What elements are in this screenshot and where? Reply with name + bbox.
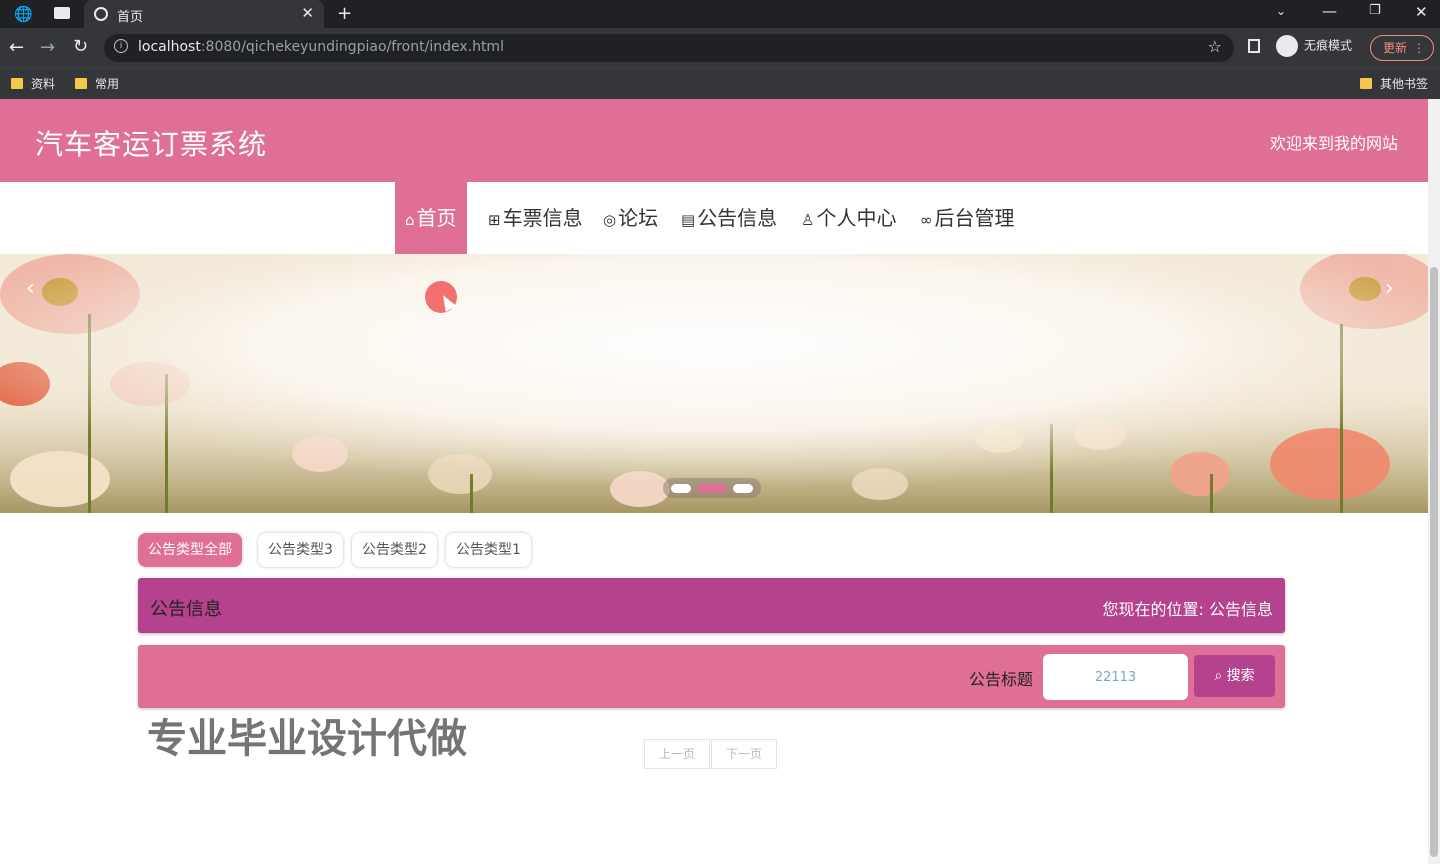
search-label: 公告标题 [969, 670, 1034, 689]
nav-item-home[interactable]: ⌂ 首页 [395, 182, 467, 254]
nav-label: 个人中心 [816, 206, 897, 230]
incognito-label: 无痕模式 [1304, 38, 1353, 53]
search-panel: 公告标题 ⌕ 搜索 [138, 645, 1285, 708]
bookmark-label: 资料 [31, 77, 56, 91]
folder-icon [1360, 78, 1372, 89]
filter-type-1[interactable]: 公告类型1 [446, 533, 531, 567]
incognito-indicator[interactable]: 无痕模式 [1276, 35, 1352, 57]
tab-title: 首页 [117, 10, 144, 25]
banner-next-icon[interactable]: › [1385, 276, 1394, 301]
nav-label: 论坛 [618, 206, 659, 230]
other-bookmarks-label: 其他书签 [1380, 77, 1429, 91]
watermark-text: 专业毕业设计代做 [147, 716, 467, 762]
clipboard-icon: ▤ [681, 211, 696, 229]
banner-indicator [663, 478, 761, 498]
search-button[interactable]: ⌕ 搜索 [1194, 655, 1275, 697]
link-icon: ∞ [920, 211, 933, 229]
folder-icon [75, 78, 87, 89]
welcome-text: 欢迎来到我的网站 [1269, 134, 1398, 153]
filter-type-3[interactable]: 公告类型3 [258, 533, 343, 567]
site-title: 汽车客运订票系统 [35, 128, 268, 161]
palette-icon: ◎ [603, 211, 617, 229]
nav-label: 公告信息 [697, 206, 778, 230]
address-toolbar: ← → ↻ i localhost:8080/qichekeyundingpia… [0, 28, 1440, 68]
browser-tab[interactable]: 首页 ✕ [84, 0, 324, 28]
nav-label: 后台管理 [934, 206, 1015, 230]
next-page-button[interactable]: 下一页 [711, 739, 777, 769]
bookmark-label: 常用 [95, 77, 120, 91]
update-label: 更新 [1383, 41, 1408, 55]
nav-label: 首页 [416, 206, 457, 230]
section-title: 公告信息 [150, 599, 222, 620]
bookmark-folder-changyong[interactable]: 常用 [75, 75, 119, 92]
nav-item-notices[interactable]: ▤ 公告信息 [681, 182, 777, 254]
grid-icon: ⊞ [488, 211, 501, 229]
window-close-icon[interactable]: ✕ [1415, 3, 1428, 21]
bookmarks-bar: 资料 常用 其他书签 [0, 68, 1440, 99]
forward-icon[interactable]: → [40, 37, 55, 58]
filter-type-2[interactable]: 公告类型2 [352, 533, 437, 567]
url-path: :8080/qichekeyundingpiao/front/index.htm… [200, 39, 504, 55]
globe-icon[interactable]: 🌐 [14, 5, 33, 23]
scrollbar-thumb[interactable] [1430, 267, 1438, 857]
banner-dot[interactable] [671, 484, 691, 493]
new-tab-icon[interactable]: + [337, 3, 352, 24]
home-icon: ⌂ [405, 211, 415, 229]
filter-all[interactable]: 公告类型全部 [138, 533, 242, 567]
site-header: 汽车客运订票系统 欢迎来到我的网站 [0, 99, 1428, 182]
url-text[interactable]: localhost:8080/qichekeyundingpiao/front/… [138, 39, 504, 55]
other-bookmarks[interactable]: 其他书签 [1360, 75, 1428, 92]
prev-page-button[interactable]: 上一页 [644, 739, 710, 769]
banner-carousel[interactable]: ‹ › [0, 254, 1428, 513]
nav-label: 车票信息 [502, 206, 583, 230]
incognito-icon [1276, 35, 1298, 57]
side-panel-icon[interactable] [1248, 39, 1260, 53]
browser-tab-bar: 🌐 首页 ✕ + ⌄ — ❐ ✕ [0, 0, 1440, 28]
bookmark-star-icon[interactable]: ☆ [1208, 37, 1222, 56]
update-button[interactable]: 更新 ⋮ [1370, 35, 1434, 61]
folder-icon [11, 78, 23, 89]
banner-prev-icon[interactable]: ‹ [26, 276, 35, 301]
breadcrumb: 您现在的位置: 公告信息 [1102, 600, 1273, 619]
minimize-icon[interactable]: — [1322, 2, 1337, 20]
user-icon: ♙ [801, 211, 815, 229]
search-input[interactable] [1043, 654, 1188, 700]
more-menu-icon[interactable]: ⋮ [1413, 36, 1425, 60]
reload-icon[interactable]: ↻ [73, 36, 88, 57]
page-scrollbar[interactable] [1428, 99, 1440, 864]
banner-dot[interactable] [733, 484, 753, 493]
banner-flowers-image [0, 254, 1428, 513]
search-button-label: 搜索 [1226, 668, 1255, 684]
banner-dot-active[interactable] [697, 484, 727, 493]
nav-item-forum[interactable]: ◎ 论坛 [603, 182, 658, 254]
search-icon: ⌕ [1214, 668, 1223, 684]
tab-list-chevron-icon[interactable]: ⌄ [1276, 4, 1286, 18]
tab-close-icon[interactable]: ✕ [301, 4, 314, 22]
restore-icon[interactable]: ❐ [1369, 3, 1381, 18]
section-header: 公告信息 您现在的位置: 公告信息 [138, 578, 1285, 633]
tab-favicon-icon [94, 7, 108, 21]
tab-search-icon[interactable] [54, 7, 70, 19]
main-nav: ⌂ 首页 ⊞ 车票信息 ◎ 论坛 ▤ 公告信息 ♙ 个人中心 ∞ 后台管理 [0, 182, 1428, 254]
bookmark-folder-ziliao[interactable]: 资料 [11, 75, 55, 92]
nav-item-tickets[interactable]: ⊞ 车票信息 [488, 182, 583, 254]
nav-item-profile[interactable]: ♙ 个人中心 [801, 182, 896, 254]
url-host: localhost [138, 39, 201, 55]
nav-item-admin[interactable]: ∞ 后台管理 [920, 182, 1015, 254]
url-bar[interactable]: i localhost:8080/qichekeyundingpiao/fron… [104, 34, 1234, 62]
back-icon[interactable]: ← [9, 37, 24, 58]
site-info-icon[interactable]: i [114, 39, 128, 53]
